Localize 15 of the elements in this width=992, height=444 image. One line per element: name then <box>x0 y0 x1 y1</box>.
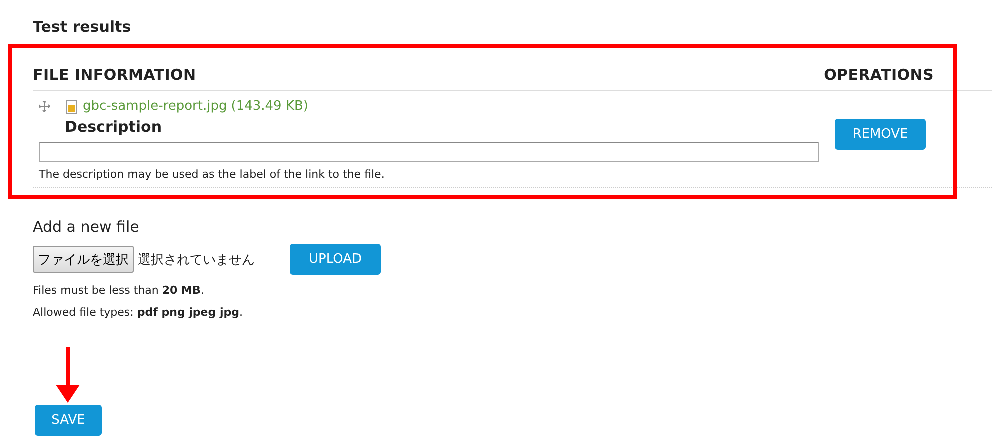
upload-note: Files must be less than 20 MB. <box>33 284 206 297</box>
add-file-title: Add a new file <box>33 218 140 236</box>
file-size: (143.49 KB) <box>231 99 308 114</box>
choose-file-button[interactable]: ファイルを選択 <box>33 246 134 273</box>
section-title: Test results <box>33 18 132 38</box>
description-label: Description <box>65 118 164 136</box>
file-link[interactable]: gbc-sample-report.jpg <box>83 99 228 114</box>
upload-note: Allowed file types: pdf png jpeg jpg. <box>33 306 244 319</box>
upload-button[interactable]: UPLOAD <box>290 244 381 275</box>
description-help: The description may be used as the label of the link to the file. <box>39 168 386 181</box>
column-header: FILE INFORMATION <box>33 66 196 84</box>
save-button[interactable]: SAVE <box>35 405 102 436</box>
remove-button[interactable]: REMOVE <box>835 119 926 150</box>
file-status: 選択されていません <box>138 252 255 268</box>
column-header: OPERATIONS <box>824 66 934 84</box>
